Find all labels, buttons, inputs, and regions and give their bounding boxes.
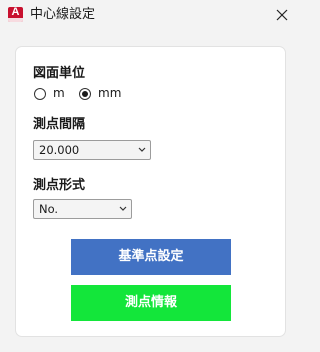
unit-m-label[interactable]: m xyxy=(53,86,65,101)
window-title: 中心線設定 xyxy=(30,7,96,22)
radio-selected-dot xyxy=(82,91,88,97)
station-info-button[interactable]: 測点情報 xyxy=(71,285,231,321)
unit-mm-radio[interactable] xyxy=(79,88,91,100)
center-line-settings-window: A 中心線設定 図面単位 m mm 測点間隔 20.000 測点形式 No. 基… xyxy=(0,0,301,352)
close-icon xyxy=(276,9,288,21)
drawing-units-label: 図面単位 xyxy=(33,66,86,81)
reference-point-settings-button[interactable]: 基準点設定 xyxy=(71,239,231,275)
station-format-label: 測点形式 xyxy=(33,178,86,193)
station-format-select[interactable]: No. xyxy=(33,199,132,219)
close-button[interactable] xyxy=(272,5,292,25)
station-interval-value: 20.000 xyxy=(39,143,80,157)
station-format-value: No. xyxy=(39,202,59,216)
title-bar: A 中心線設定 xyxy=(0,0,301,30)
station-interval-select[interactable]: 20.000 xyxy=(33,140,151,160)
unit-mm-label[interactable]: mm xyxy=(98,86,121,101)
station-interval-label: 測点間隔 xyxy=(33,117,86,132)
app-icon: A xyxy=(8,7,23,22)
unit-m-radio[interactable] xyxy=(34,88,46,100)
settings-panel: 図面単位 m mm 測点間隔 20.000 測点形式 No. 基準点設定 測点情… xyxy=(15,46,286,337)
chevron-down-icon xyxy=(138,147,146,152)
chevron-down-icon xyxy=(119,206,127,211)
